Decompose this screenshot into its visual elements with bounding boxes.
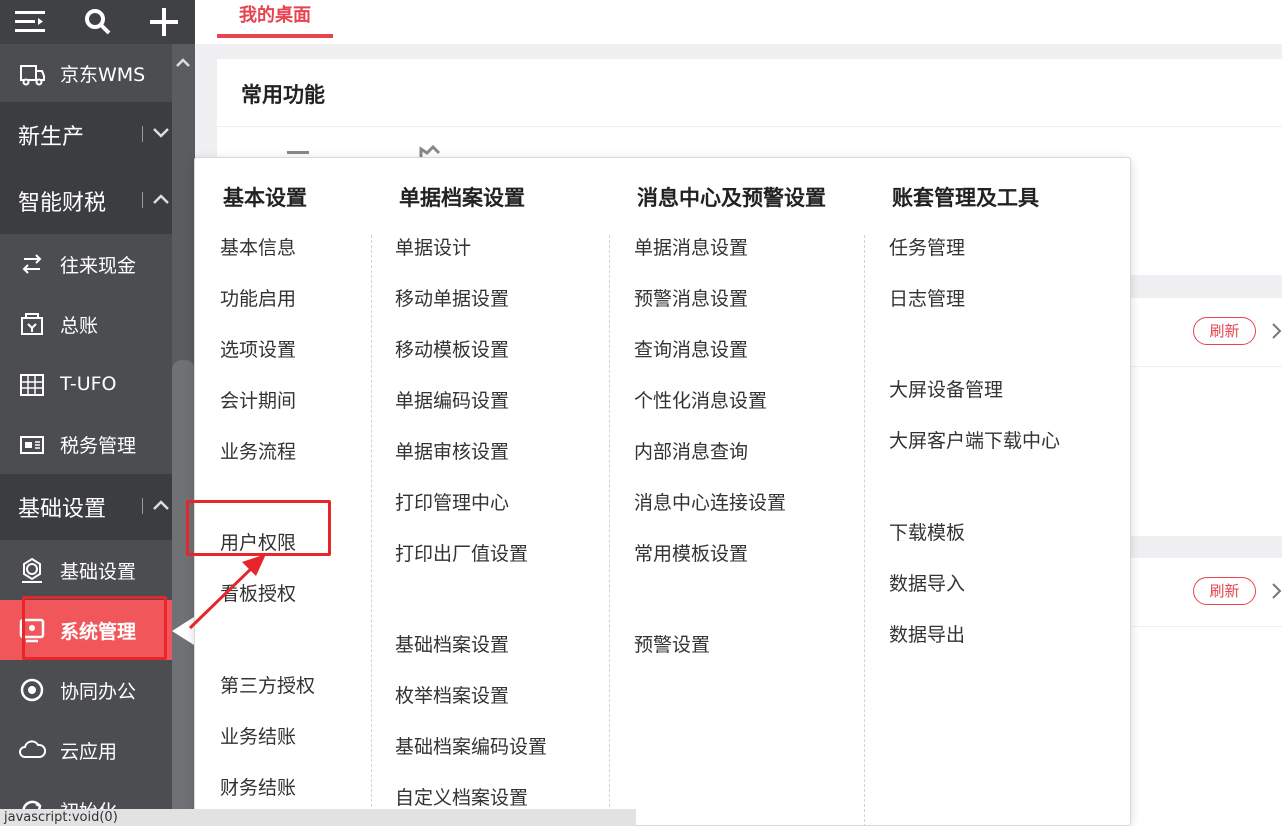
menu-item[interactable]: 功能启用 bbox=[220, 284, 296, 311]
menu-item[interactable]: 自定义档案设置 bbox=[395, 783, 528, 810]
sidebar-item-label: 往来现金 bbox=[60, 254, 137, 277]
menu-item[interactable]: 移动模板设置 bbox=[395, 335, 509, 362]
sidebar-item-label: 总账 bbox=[60, 314, 99, 337]
tab-my-desktop[interactable]: 我的桌面 bbox=[217, 0, 333, 38]
highlight-box-system bbox=[22, 596, 167, 660]
menu-item[interactable]: 大屏设备管理 bbox=[889, 375, 1003, 402]
sidebar-item-tax[interactable]: 税务管理 bbox=[0, 414, 172, 474]
menu-item[interactable]: 单据设计 bbox=[395, 233, 471, 260]
menu-item[interactable]: 打印管理中心 bbox=[395, 488, 509, 515]
chevron-right-icon[interactable] bbox=[1270, 581, 1282, 601]
report-icon bbox=[20, 374, 44, 396]
exchange-icon bbox=[22, 254, 42, 274]
column-heading: 消息中心及预警设置 bbox=[637, 186, 826, 210]
search-icon[interactable] bbox=[82, 6, 114, 38]
menu-item[interactable]: 日志管理 bbox=[889, 284, 965, 311]
menu-item[interactable]: 单据编码设置 bbox=[395, 386, 509, 413]
annotation-arrow bbox=[188, 554, 266, 630]
menu-item[interactable]: 消息中心连接设置 bbox=[634, 488, 786, 515]
menu-item[interactable]: 移动单据设置 bbox=[395, 284, 509, 311]
menu-item[interactable]: 数据导入 bbox=[889, 569, 965, 596]
divider bbox=[142, 192, 143, 208]
refresh-button[interactable]: 刷新 bbox=[1193, 317, 1256, 345]
sidebar-item-jd-wms[interactable]: 京东WMS bbox=[0, 44, 172, 102]
cloud-icon bbox=[19, 740, 46, 758]
section-label: 基础设置 bbox=[18, 497, 107, 522]
sidebar-item-label: 基础设置 bbox=[60, 560, 137, 583]
menu-item[interactable]: 个性化消息设置 bbox=[634, 386, 767, 413]
collab-icon bbox=[20, 678, 44, 702]
menu-icon[interactable] bbox=[14, 6, 46, 38]
menu-item[interactable]: 第三方授权 bbox=[220, 671, 315, 698]
chevron-down-icon bbox=[153, 128, 169, 138]
sidebar-section-basic-settings[interactable]: 基础设置 bbox=[0, 474, 172, 540]
menu-item[interactable]: 大屏客户端下载中心 bbox=[889, 426, 1060, 453]
sidebar-item-cloud-apps[interactable]: 云应用 bbox=[0, 720, 172, 780]
plus-icon[interactable] bbox=[148, 6, 180, 38]
menu-item[interactable]: 基础档案设置 bbox=[395, 630, 509, 657]
sidebar-item-label: 云应用 bbox=[60, 740, 118, 763]
menu-item[interactable]: 下载模板 bbox=[889, 518, 965, 545]
divider bbox=[217, 126, 1282, 127]
ledger-icon bbox=[21, 313, 43, 335]
menu-item[interactable]: 任务管理 bbox=[889, 233, 965, 260]
panel-title: 常用功能 bbox=[241, 83, 325, 107]
menu-item[interactable]: 预警设置 bbox=[634, 630, 710, 657]
sidebar-section-smart-finance[interactable]: 智能财税 bbox=[0, 168, 172, 234]
sidebar-topbar bbox=[0, 0, 195, 44]
column-heading: 基本设置 bbox=[223, 186, 307, 210]
status-bar-url: javascript:void(0) bbox=[0, 809, 636, 826]
tab-bar: 我的桌面 bbox=[195, 0, 1282, 44]
column-heading: 账套管理及工具 bbox=[892, 186, 1039, 210]
menu-item[interactable]: 基础档案编码设置 bbox=[395, 732, 547, 759]
menu-item[interactable]: 单据消息设置 bbox=[634, 233, 748, 260]
sidebar-item-t-ufo[interactable]: T-UFO bbox=[0, 354, 172, 414]
system-management-menu: 基本设置 基本信息 功能启用 选项设置 会计期间 业务流程 用户权限 看板授权 … bbox=[194, 157, 1131, 826]
menu-item[interactable]: 常用模板设置 bbox=[634, 539, 748, 566]
chevron-up-icon bbox=[153, 500, 169, 510]
sidebar-item-label: 协同办公 bbox=[60, 680, 137, 703]
chevron-up-icon[interactable] bbox=[174, 54, 192, 72]
sidebar-section-new-production[interactable]: 新生产 bbox=[0, 102, 172, 168]
menu-item[interactable]: 基本信息 bbox=[220, 233, 296, 260]
menu-item[interactable]: 内部消息查询 bbox=[634, 437, 748, 464]
sidebar-item-collaboration[interactable]: 协同办公 bbox=[0, 660, 172, 720]
menu-item[interactable]: 预警消息设置 bbox=[634, 284, 748, 311]
section-label: 智能财税 bbox=[18, 191, 107, 216]
chevron-up-icon bbox=[153, 194, 169, 204]
column-divider bbox=[864, 235, 865, 826]
menu-item[interactable]: 选项设置 bbox=[220, 335, 296, 362]
column-divider bbox=[609, 235, 610, 826]
menu-item[interactable]: 单据审核设置 bbox=[395, 437, 509, 464]
settings-icon bbox=[22, 557, 42, 583]
section-label: 新生产 bbox=[18, 125, 85, 150]
sidebar-item-ledger[interactable]: 总账 bbox=[0, 294, 172, 354]
menu-item[interactable]: 业务流程 bbox=[220, 437, 296, 464]
menu-item[interactable]: 财务结账 bbox=[220, 773, 296, 800]
menu-item[interactable]: 会计期间 bbox=[220, 386, 296, 413]
sidebar-item-label: 京东WMS bbox=[60, 63, 146, 86]
divider bbox=[142, 498, 143, 514]
column-heading: 单据档案设置 bbox=[399, 186, 525, 210]
refresh-button[interactable]: 刷新 bbox=[1193, 577, 1256, 605]
menu-item[interactable]: 查询消息设置 bbox=[634, 335, 748, 362]
tax-icon bbox=[20, 436, 44, 454]
menu-item[interactable]: 数据导出 bbox=[889, 620, 965, 647]
sidebar-item-label: 税务管理 bbox=[60, 434, 137, 457]
menu-item[interactable]: 枚举档案设置 bbox=[395, 681, 509, 708]
sidebar-item-label: T-UFO bbox=[60, 373, 117, 395]
truck-icon bbox=[20, 65, 45, 86]
divider bbox=[142, 126, 143, 142]
sidebar-item-basic-settings[interactable]: 基础设置 bbox=[0, 540, 172, 600]
menu-item[interactable]: 业务结账 bbox=[220, 722, 296, 749]
column-divider bbox=[371, 235, 372, 826]
sidebar-item-cash[interactable]: 往来现金 bbox=[0, 234, 172, 294]
menu-item[interactable]: 打印出厂值设置 bbox=[395, 539, 528, 566]
sidebar: 京东WMS 新生产 智能财税 往来现金 总账 T-UFO 税务管理 基础设置 基… bbox=[0, 0, 195, 826]
chevron-right-icon[interactable] bbox=[1270, 321, 1282, 341]
